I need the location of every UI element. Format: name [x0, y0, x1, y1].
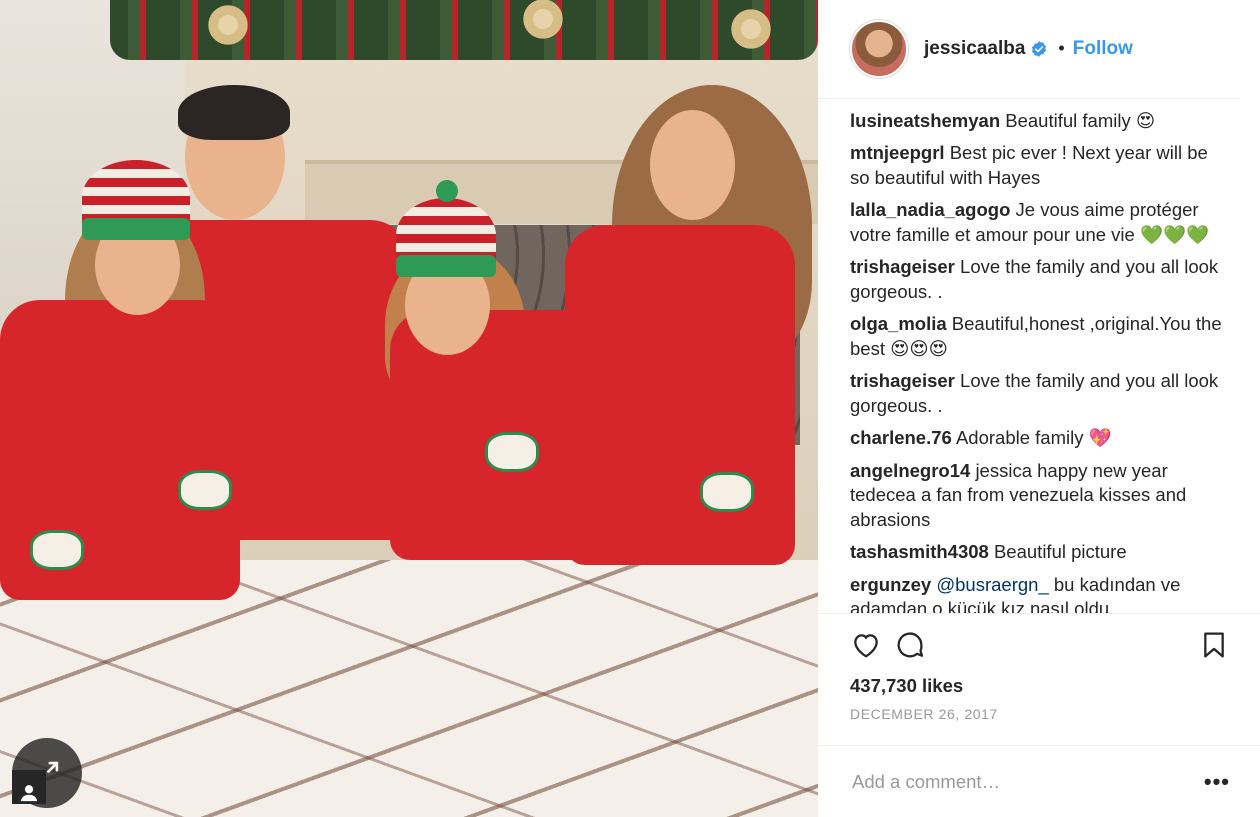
- comment-username[interactable]: lalla_nadia_agogo: [850, 199, 1010, 220]
- comment-username[interactable]: trishageiser: [850, 370, 955, 391]
- comment-item: olga_molia Beautiful,honest ,original.Yo…: [850, 312, 1228, 361]
- add-comment-bar: •••: [818, 745, 1260, 817]
- comment-icon: [897, 632, 924, 658]
- comment-item: trishageiser Love the family and you all…: [850, 255, 1228, 304]
- comment-item: lalla_nadia_agogo Je vous aime protéger …: [850, 198, 1228, 247]
- header-separator: •: [1058, 38, 1065, 59]
- follow-button[interactable]: Follow: [1073, 38, 1133, 60]
- poinsettia-decoration: [728, 6, 774, 52]
- santa-patch: [485, 432, 539, 472]
- comment-item: tashasmith4308 Beautiful picture: [850, 540, 1228, 565]
- post-side-panel: jessicaalba • Follow lusineatshemyan Bea…: [818, 0, 1260, 817]
- user-tag-icon: [20, 785, 38, 802]
- save-button[interactable]: [1198, 629, 1230, 661]
- comment-username[interactable]: tashasmith4308: [850, 541, 989, 562]
- santa-patch: [30, 530, 84, 570]
- add-comment-input[interactable]: [850, 769, 1204, 794]
- comment-text: Adorable family 💖: [955, 427, 1112, 449]
- post-actions: [818, 613, 1260, 675]
- post-header: jessicaalba • Follow: [818, 0, 1240, 99]
- comment-username[interactable]: ergunzey: [850, 574, 931, 595]
- comment-item: charlene.76 Adorable family 💖: [850, 426, 1228, 451]
- comment-button[interactable]: [894, 629, 926, 661]
- poinsettia-decoration: [205, 2, 251, 48]
- comment-item: trishageiser Love the family and you all…: [850, 369, 1228, 418]
- post-photo[interactable]: [0, 0, 818, 817]
- bookmark-icon: [1204, 632, 1224, 658]
- more-options-button[interactable]: •••: [1204, 769, 1230, 795]
- comment-username[interactable]: angelnegro14: [850, 460, 970, 481]
- instagram-post: jessicaalba • Follow lusineatshemyan Bea…: [0, 0, 1260, 817]
- post-date[interactable]: DECEMBER 26, 2017: [818, 700, 1260, 735]
- likes-count[interactable]: 437,730 likes: [818, 675, 1260, 700]
- heart-icon: [854, 633, 878, 658]
- comment-text: Beautiful picture: [993, 541, 1127, 563]
- comment-item: ergunzey @busraergn_ bu kadından ve adam…: [850, 573, 1228, 613]
- verified-badge-icon: [1032, 41, 1047, 57]
- santa-patch: [178, 470, 232, 510]
- comments-list[interactable]: lusineatshemyan Beautiful family 😍 mtnje…: [818, 99, 1260, 613]
- user-tag-button[interactable]: [12, 770, 46, 804]
- comment-username[interactable]: lusineatshemyan: [850, 110, 1000, 131]
- santa-patch: [700, 472, 754, 512]
- comment-mention[interactable]: @busraergn_: [936, 574, 1048, 595]
- comment-username[interactable]: mtnjeepgrl: [850, 142, 945, 163]
- comment-item: angelnegro14 jessica happy new year tede…: [850, 459, 1228, 533]
- comment-username[interactable]: olga_molia: [850, 313, 947, 334]
- avatar[interactable]: [850, 19, 908, 78]
- comment-username[interactable]: trishageiser: [850, 256, 955, 277]
- comment-item: lusineatshemyan Beautiful family 😍: [850, 109, 1228, 134]
- like-button[interactable]: [850, 629, 882, 661]
- comment-item: mtnjeepgrl Best pic ever ! Next year wil…: [850, 141, 1228, 190]
- comment-text: Beautiful family 😍: [1005, 109, 1156, 131]
- username-link[interactable]: jessicaalba: [924, 38, 1025, 60]
- comment-username[interactable]: charlene.76: [850, 427, 952, 448]
